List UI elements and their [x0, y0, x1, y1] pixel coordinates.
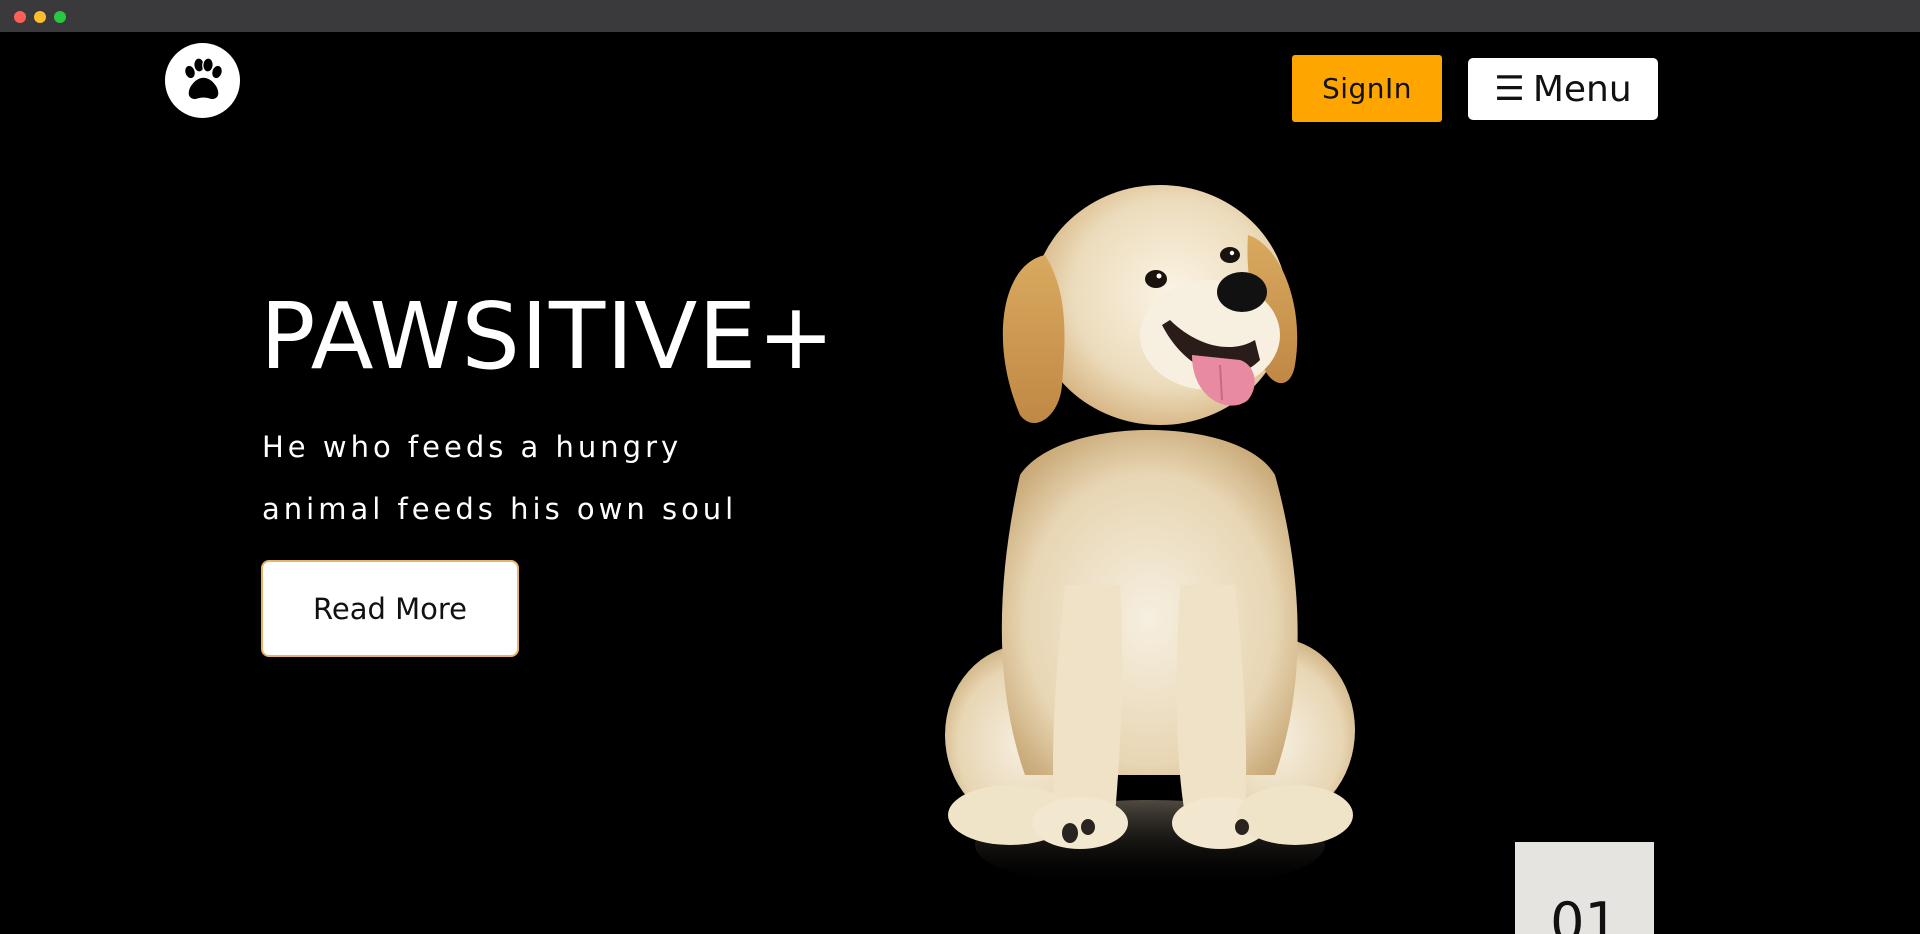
signin-button[interactable]: SignIn — [1292, 55, 1442, 122]
read-more-button[interactable]: Read More — [261, 560, 519, 657]
slide-counter-text: 01 — [1550, 891, 1619, 934]
site-logo[interactable] — [165, 43, 240, 118]
browser-window: SignIn ☰ Menu PAWSITIVE+ He who feeds a … — [0, 0, 1920, 934]
tagline-line-1: He who feeds a hungry — [262, 430, 683, 464]
window-titlebar — [0, 0, 1920, 32]
signin-button-label: SignIn — [1321, 72, 1413, 105]
puppy-image — [945, 185, 1355, 890]
hero-tagline: He who feeds a hungry animal feeds his o… — [262, 416, 782, 540]
slide-counter-badge: 01 — [1515, 842, 1654, 934]
menu-button-label: Menu — [1532, 68, 1632, 110]
close-window-button[interactable] — [14, 11, 26, 23]
tagline-line-2: animal feeds his own soul — [262, 492, 738, 526]
minimize-window-button[interactable] — [34, 11, 46, 23]
menu-button[interactable]: ☰ Menu — [1468, 58, 1658, 120]
maximize-window-button[interactable] — [54, 11, 66, 23]
read-more-label: Read More — [313, 591, 467, 626]
hero-title: PAWSITIVE+ — [260, 283, 836, 390]
hamburger-icon: ☰ — [1494, 69, 1525, 109]
paw-icon — [183, 56, 223, 100]
